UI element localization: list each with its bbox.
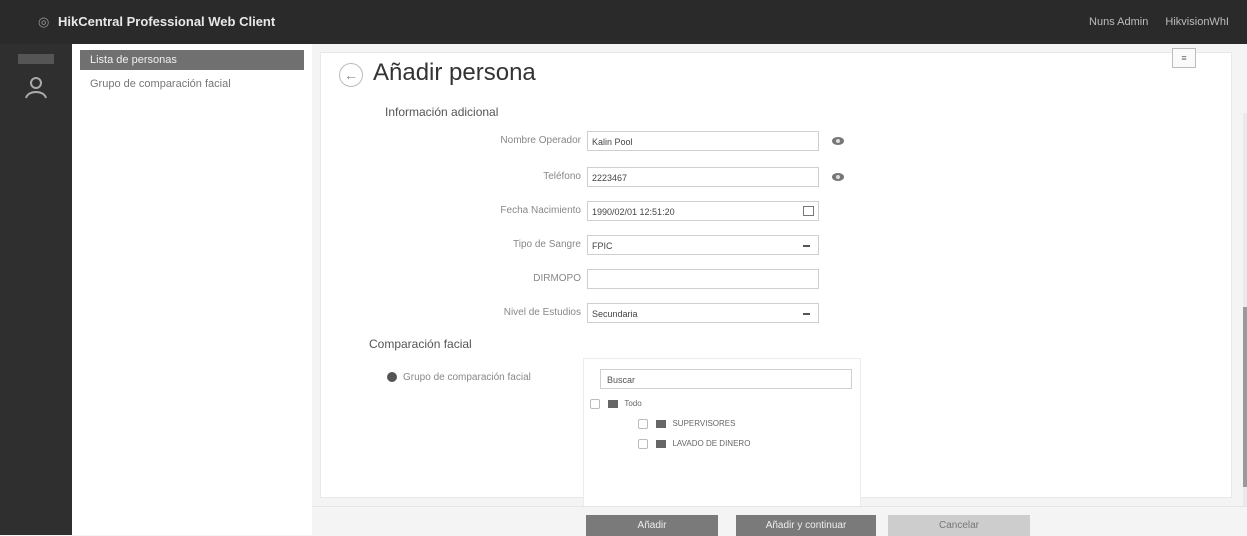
sidebar-top-button[interactable] (18, 54, 54, 64)
face-group-tree: Buscar Todo SUPERVISORES LAVADO DE DINER… (583, 358, 861, 510)
tree-node-label: LAVADO DE DINERO (672, 439, 751, 449)
tree-node-supervisores[interactable]: SUPERVISORES (638, 419, 735, 429)
left-item-persons[interactable]: Lista de personas (80, 50, 304, 70)
sidebar (0, 44, 72, 535)
group-icon (656, 440, 667, 448)
fecha-input[interactable]: 1990/02/01 12:51:20 (587, 201, 819, 221)
add-button[interactable]: Añadir (586, 515, 718, 536)
main-area: ← Añadir persona Información adicional N… (312, 44, 1247, 535)
group-icon (656, 420, 667, 428)
section-face: Comparación facial (369, 337, 472, 351)
user-area: Nuns Admin HikvisionWhI (1075, 16, 1229, 28)
field-label-operador: Nombre Operador (500, 135, 581, 146)
eye-icon[interactable] (831, 134, 845, 148)
face-group-search-input[interactable]: Buscar (600, 369, 852, 389)
form-card: ← Añadir persona Información adicional N… (320, 52, 1247, 533)
checkbox-icon[interactable] (590, 399, 600, 409)
section-additional: Información adicional (385, 105, 499, 119)
sangre-value: FPIC (592, 241, 613, 251)
left-item-face-groups[interactable]: Grupo de comparación facial (80, 74, 304, 94)
field-label-estudios: Nivel de Estudios (503, 307, 581, 318)
telefono-input[interactable]: 2223467 (587, 167, 819, 187)
top-bar: ◎ HikCentral Professional Web Client Nun… (0, 0, 1247, 44)
tree-root-label: Todo (624, 399, 642, 409)
sangre-select[interactable]: FPIC (587, 235, 819, 255)
field-label-sangre: Tipo de Sangre (512, 239, 581, 250)
checkbox-icon[interactable] (638, 419, 648, 429)
scrollbar[interactable] (1243, 113, 1247, 533)
chevron-down-icon (803, 313, 810, 315)
operador-input[interactable]: Kalin Pool (587, 131, 819, 151)
field-label-fecha: Fecha Nacimiento (500, 205, 581, 216)
chevron-down-icon (803, 245, 810, 247)
scrollbar-thumb[interactable] (1243, 307, 1247, 487)
left-panel: Lista de personas Grupo de comparación f… (72, 44, 313, 535)
eye-icon[interactable] (831, 170, 845, 184)
tree-node-label: SUPERVISORES (672, 419, 736, 429)
checkbox-icon[interactable] (638, 439, 648, 449)
estudios-select[interactable]: Secundaria (587, 303, 819, 323)
user-name[interactable]: Nuns Admin (1089, 16, 1148, 28)
user-menu[interactable]: HikvisionWhI (1165, 16, 1229, 28)
add-and-continue-button[interactable]: Añadir y continuar (736, 515, 876, 536)
dirmopo-input[interactable] (587, 269, 819, 289)
page-title: Añadir persona (373, 59, 536, 86)
field-label-telefono: Teléfono (543, 171, 581, 182)
person-icon[interactable] (22, 74, 50, 102)
app-title: HikCentral Professional Web Client (58, 14, 276, 29)
face-group-label: Grupo de comparación facial (403, 372, 531, 383)
fecha-value: 1990/02/01 12:51:20 (592, 207, 675, 217)
info-icon (387, 372, 397, 382)
back-arrow-icon[interactable]: ← (339, 63, 363, 87)
estudios-value: Secundaria (592, 309, 638, 319)
calendar-icon[interactable] (803, 206, 814, 216)
tree-node-lavado[interactable]: LAVADO DE DINERO (638, 439, 750, 449)
field-label-dirmopo: DIRMOPO (533, 273, 581, 284)
group-icon (608, 400, 619, 408)
tree-node-root[interactable]: Todo (590, 399, 642, 409)
list-view-icon[interactable]: ≡ (1172, 48, 1196, 68)
form-footer: Añadir Añadir y continuar Cancelar (312, 506, 1247, 536)
cancel-button[interactable]: Cancelar (888, 515, 1030, 536)
app-logo-icon: ◎ (38, 14, 50, 29)
